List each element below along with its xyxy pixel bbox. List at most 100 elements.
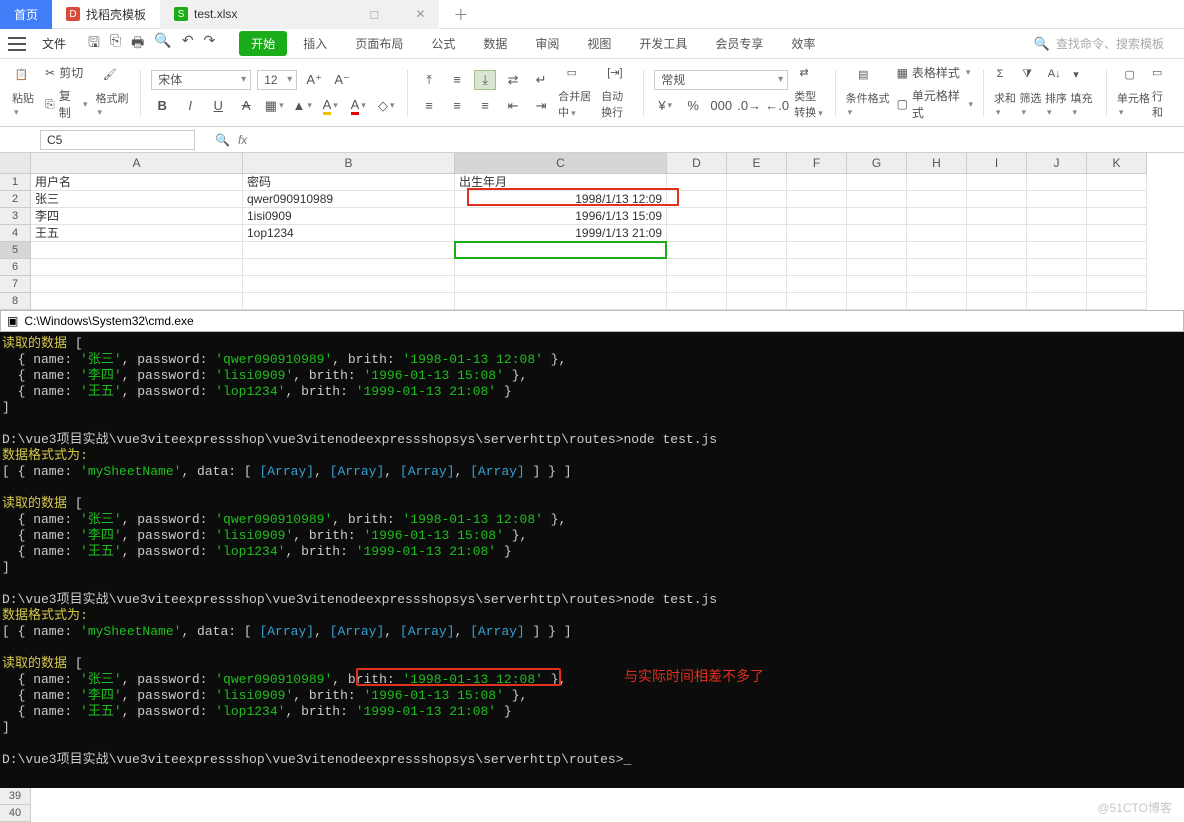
cell[interactable] [1027,174,1087,191]
filter-button[interactable]: ⧩筛选▾ [1019,68,1045,118]
cell[interactable] [787,208,847,225]
cell[interactable] [847,191,907,208]
qat-preview-icon[interactable]: 🔍 [154,32,171,56]
type-convert-button[interactable]: ⇄ 类型转换▾ [794,66,824,120]
thousands-icon[interactable]: 000 [710,96,732,116]
italic-button[interactable]: I [179,96,201,116]
copy-button[interactable]: ⎘ 复制▾ [45,87,87,121]
row-header[interactable]: 1 [0,174,31,191]
ribbon-tab-layout[interactable]: 页面布局 [343,31,415,56]
qat-print-icon[interactable]: 🖶 [131,32,144,56]
row-header[interactable]: 4 [0,225,31,242]
table-style-button[interactable]: ▦ 表格样式▾ [897,64,973,81]
cell[interactable] [847,293,907,310]
spreadsheet-grid[interactable]: A B C D E F G H I J K 1 用户名 密码 出生年月 2 张三… [0,153,1184,310]
cell[interactable] [787,225,847,242]
cell[interactable]: 张三 [31,191,243,208]
cell[interactable] [1087,208,1147,225]
cell[interactable] [907,225,967,242]
cell[interactable] [667,191,727,208]
cell[interactable] [967,242,1027,259]
cell[interactable]: 王五 [31,225,243,242]
cell[interactable]: 1999/1/13 21:09 [455,225,667,242]
cell[interactable] [1027,259,1087,276]
cell[interactable] [455,293,667,310]
cell-style-button[interactable]: ▢ 单元格样式▾ [897,87,973,121]
name-box[interactable]: C5 [40,130,195,150]
cell[interactable]: 1op1234 [243,225,455,242]
cell[interactable] [967,276,1027,293]
cell[interactable] [787,259,847,276]
cell[interactable] [243,293,455,310]
row-header[interactable]: 39 [0,788,31,805]
cell[interactable] [1087,276,1147,293]
cell[interactable] [667,276,727,293]
cell[interactable] [907,242,967,259]
paste-button[interactable]: 📋 粘贴▾ [12,68,37,118]
cell[interactable] [787,276,847,293]
cell[interactable] [907,259,967,276]
cell[interactable] [1027,225,1087,242]
col-header[interactable]: I [967,153,1027,174]
cell[interactable] [847,242,907,259]
col-header[interactable]: C [455,153,667,174]
rowcol-button[interactable]: ▭行和 [1152,66,1172,120]
cell[interactable] [455,259,667,276]
align-top-icon[interactable]: ⤒ [418,70,440,90]
cell[interactable] [1087,293,1147,310]
font-size-combo[interactable]: 12 [257,70,297,90]
cell[interactable] [967,208,1027,225]
ribbon-tab-insert[interactable]: 插入 [291,31,339,56]
ribbon-tab-vip[interactable]: 会员专享 [703,31,775,56]
tab-file[interactable]: S test.xlsx ◻ ✕ [160,0,439,29]
cell[interactable] [787,191,847,208]
cmd-body[interactable]: 读取的数据 [ { name: '张三', password: 'qwer090… [0,332,1184,788]
format-painter-button[interactable]: 🖌 格式刷▾ [96,68,131,118]
col-header[interactable]: B [243,153,455,174]
cell[interactable] [727,276,787,293]
qat-save-icon[interactable]: 🖫 [88,32,100,56]
cell[interactable] [667,225,727,242]
ribbon-tab-efficiency[interactable]: 效率 [779,31,827,56]
fill-button[interactable]: ▾填充▾ [1071,68,1097,118]
cell[interactable] [1027,242,1087,259]
col-header[interactable]: G [847,153,907,174]
cell[interactable] [1087,242,1147,259]
cell[interactable] [31,242,243,259]
cell[interactable]: 1998/1/13 12:09 [455,191,667,208]
dec-inc-icon[interactable]: .0→ [738,96,760,116]
cell[interactable]: 李四 [31,208,243,225]
cell[interactable] [667,174,727,191]
tab-home[interactable]: 首页 [0,0,52,29]
cell[interactable]: 出生年月 [455,174,667,191]
cell[interactable] [667,259,727,276]
cell[interactable] [31,293,243,310]
row-header[interactable]: 5 [0,242,31,259]
cell[interactable] [847,276,907,293]
cell[interactable] [907,191,967,208]
cell[interactable]: 1isi0909 [243,208,455,225]
dec-dec-icon[interactable]: ←.0 [766,96,788,116]
cell[interactable] [847,225,907,242]
highlight-button[interactable]: A▾ [319,96,341,116]
cell[interactable] [907,208,967,225]
cell[interactable] [1087,191,1147,208]
cell[interactable] [967,174,1027,191]
cell[interactable] [1027,293,1087,310]
cell[interactable] [967,259,1027,276]
ribbon-tab-view[interactable]: 视图 [575,31,623,56]
cell[interactable] [667,242,727,259]
cell[interactable] [667,208,727,225]
cell[interactable] [727,259,787,276]
ribbon-tab-start[interactable]: 开始 [239,31,287,56]
cell[interactable]: 密码 [243,174,455,191]
cell[interactable] [727,208,787,225]
font-color-button[interactable]: A▾ [347,96,369,116]
cell[interactable] [1087,225,1147,242]
currency-icon[interactable]: ¥▾ [654,96,676,116]
align-right-icon[interactable]: ≡ [474,96,496,116]
row-header[interactable]: 2 [0,191,31,208]
cell[interactable] [455,242,667,259]
strike-button[interactable]: A [235,96,257,116]
app-menu-icon[interactable] [8,35,26,53]
